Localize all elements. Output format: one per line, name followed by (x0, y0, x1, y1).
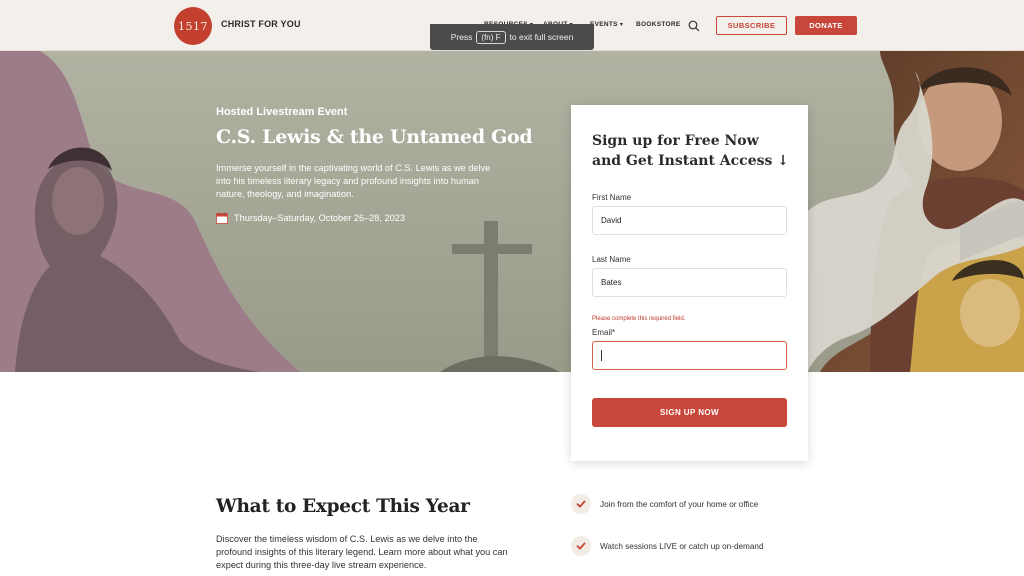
brand-name[interactable]: CHRIST FOR YOU (221, 19, 301, 29)
list-item: Join from the comfort of your home or of… (571, 494, 758, 514)
nav-label: BOOKSTORE (636, 21, 681, 28)
hero-eyebrow: Hosted Livestream Event (216, 106, 348, 118)
list-item: Watch sessions LIVE or catch up on-deman… (571, 536, 764, 556)
subscribe-button[interactable]: SUBSCRIBE (716, 16, 787, 35)
email-label: Email* (592, 328, 616, 337)
error-message: Please complete this required field. (592, 316, 686, 322)
fullscreen-suffix: to exit full screen (509, 32, 574, 42)
first-name-label: First Name (592, 193, 632, 202)
text-cursor (601, 350, 602, 361)
fullscreen-prefix: Press (450, 32, 473, 42)
email-field[interactable] (592, 341, 787, 370)
last-name-field[interactable]: Bates (592, 268, 787, 297)
donate-button[interactable]: DONATE (795, 16, 857, 35)
fullscreen-key: (fn) F (476, 30, 506, 44)
logo[interactable]: 1517 (174, 7, 212, 45)
list-item-text: Watch sessions LIVE or catch up on-deman… (600, 541, 764, 551)
hero-banner: Hosted Livestream Event C.S. Lewis & the… (0, 51, 1024, 372)
section-description: Discover the timeless wisdom of C.S. Lew… (216, 534, 508, 571)
search-icon[interactable] (688, 20, 700, 32)
hero-description: Immerse yourself in the captivating worl… (216, 163, 491, 200)
first-name-field[interactable]: David (592, 206, 787, 235)
event-date: Thursday–Saturday, October 26–28, 2023 (216, 212, 405, 224)
page-title: C.S. Lewis & the Untamed God (216, 126, 533, 148)
checkmark-icon (571, 536, 591, 556)
event-date-text: Thursday–Saturday, October 26–28, 2023 (234, 213, 405, 223)
calendar-icon (216, 212, 228, 224)
chevron-down-icon: ▾ (619, 22, 624, 28)
form-title: Sign up for Free Now and Get Instant Acc… (592, 133, 789, 170)
nav-label: EVENTS (590, 21, 618, 28)
list-item-text: Join from the comfort of your home or of… (600, 499, 759, 509)
section-title: What to Expect This Year (216, 496, 470, 517)
sign-up-button[interactable]: SIGN UP NOW (592, 398, 787, 427)
hero-artwork (0, 51, 1024, 372)
checkmark-icon (571, 494, 591, 514)
nav-bookstore[interactable]: BOOKSTORE (636, 21, 680, 28)
last-name-label: Last Name (592, 255, 631, 264)
nav-events[interactable]: EVENTS ▾ (590, 21, 623, 28)
fullscreen-notice: Press (fn) F to exit full screen (430, 24, 594, 50)
signup-form: Sign up for Free Now and Get Instant Acc… (571, 105, 808, 461)
